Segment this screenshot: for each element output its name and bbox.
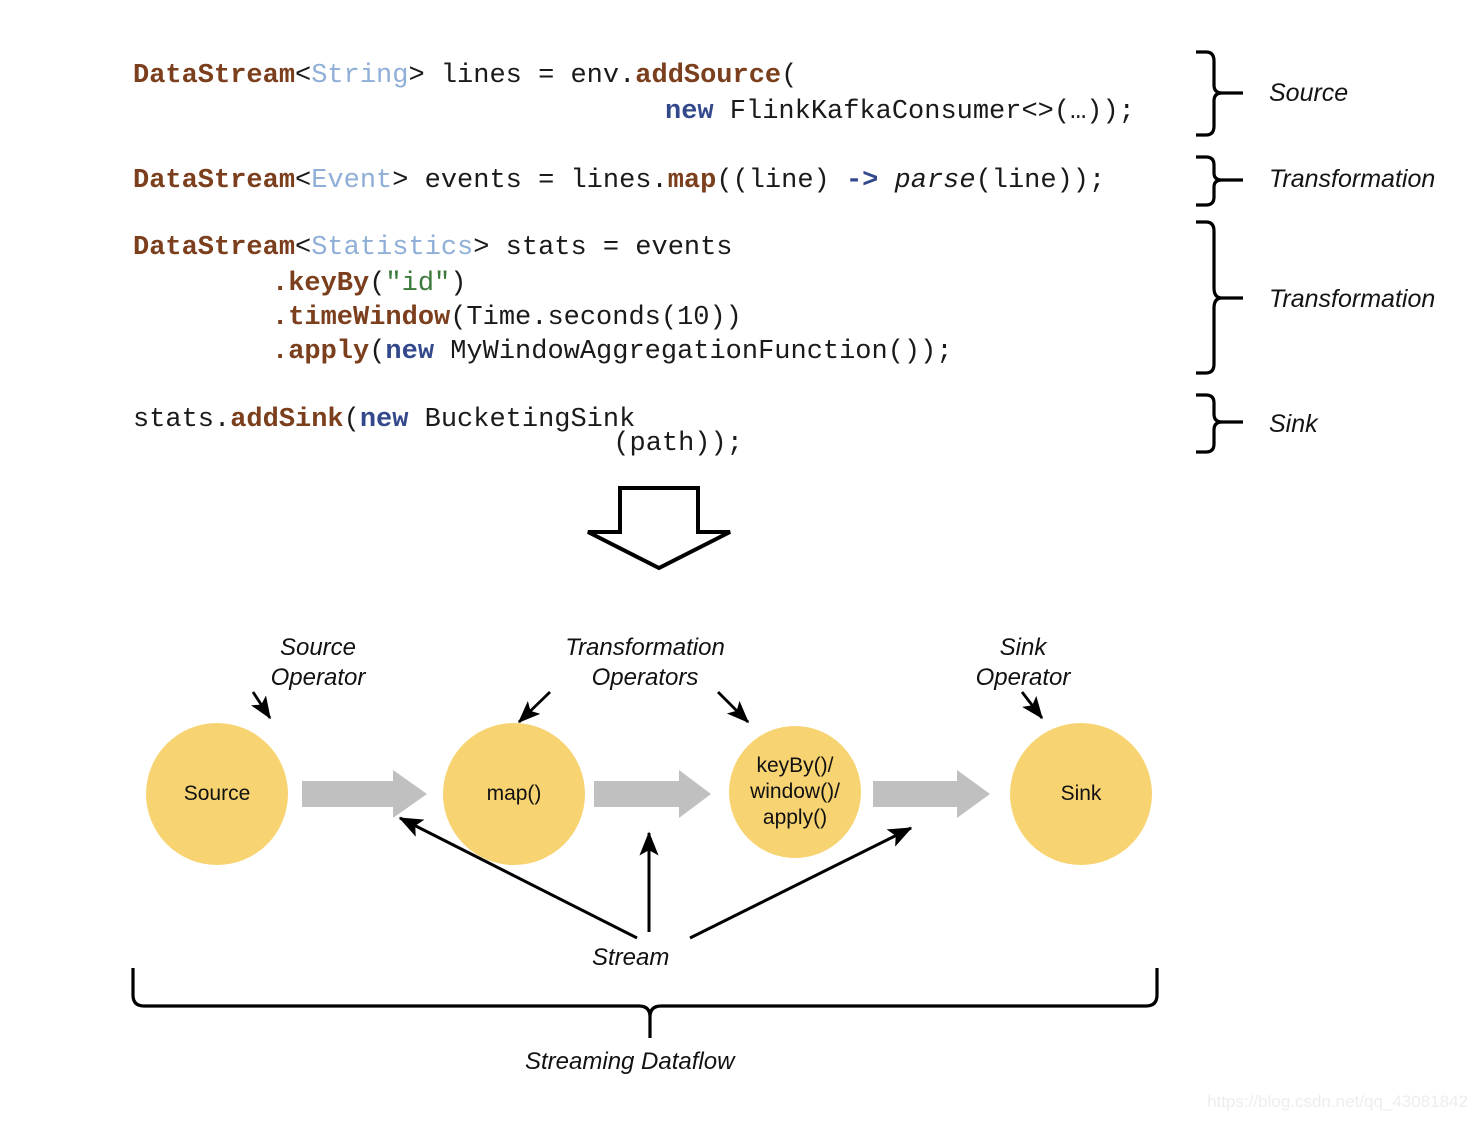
pointer-transformation-left [517,690,551,724]
code-line-6: .timeWindow(Time.seconds(10)) [272,300,742,336]
brace-label-sink: Sink [1269,410,1318,438]
code-token: new [665,97,714,127]
code-line-2: new FlinkKafkaConsumer<>(…)); [665,94,1135,130]
stream-label: Stream [592,944,670,971]
code-line-3: DataStream<Event> events = lines.map((li… [133,163,1105,199]
code-token: (line)); [975,166,1106,196]
brace-label-transformation-1: Transformation [1269,165,1436,193]
node-sink[interactable]: Sink [1010,723,1152,865]
code-token: > lines = env. [408,61,636,91]
code-token: ( [369,337,386,367]
code-token: > events = lines. [392,166,668,196]
flow-arrow-map-to-keyby [594,770,711,818]
code-token: new [359,405,409,435]
code-token: . [272,269,289,299]
code-token: DataStream [133,166,296,196]
code-token: Event [311,166,393,196]
node-map[interactable]: map() [443,723,585,865]
code-line-4: DataStream<Statistics> stats = events [133,230,733,266]
down-block-arrow [587,486,731,571]
code-token: -> [845,166,879,196]
pointer-source-operator [251,691,272,720]
code-token: addSink [230,405,344,435]
code-token: < [295,166,312,196]
code-token: stats. [133,405,231,435]
code-token: ( [781,61,798,91]
flow-arrow-source-to-map [302,770,427,818]
annotation-sink-operator: Sink Operator [975,634,1071,691]
code-token: Statistics [311,233,474,263]
brace-source [1196,50,1243,137]
code-token-overlap: (path)); [613,429,743,459]
code-line-8: stats.addSink(new BucketingSink (path)); [133,402,743,459]
code-token: String [311,61,409,91]
code-token: DataStream [133,233,296,263]
code-token: < [295,61,312,91]
annotation-source-operator: Source Operator [270,634,366,691]
watermark: https://blog.csdn.net/qq_43081842 [1207,1092,1468,1111]
code-line-5: .keyBy("id") [272,266,466,302]
code-token: addSource [635,61,782,91]
code-token: parse [894,166,976,196]
code-token: . [272,303,289,333]
pointer-transformation-right [717,691,749,723]
code-token: map [667,166,717,196]
brace-streaming-dataflow [131,968,1159,1038]
node-map-label: map() [486,782,542,805]
code-token: > stats = events [473,233,733,263]
code-token: apply [288,337,370,367]
brace-transformation-2 [1196,220,1243,375]
code-token: . [272,337,289,367]
node-keyby-window-apply-label: keyBy()/ window()/ apply() [750,754,840,829]
annotation-transformation-operators: Transformation Operators [565,634,725,691]
brace-label-source: Source [1269,79,1349,107]
code-token: DataStream [133,61,296,91]
brace-sink [1196,393,1243,454]
code-token: new [385,337,435,367]
code-token: (Time.seconds(10)) [450,303,742,333]
code-token: timeWindow [288,303,451,333]
code-token: < [295,233,312,263]
pointer-sink-operator [1020,691,1044,720]
code-block: DataStream<String> lines = env.addSource… [0,0,1180,470]
node-keyby-window-apply[interactable]: keyBy()/ window()/ apply() [729,726,861,858]
node-source[interactable]: Source [146,723,288,865]
brace-label-transformation-2: Transformation [1269,285,1436,313]
code-token: ) [450,269,467,299]
node-sink-label: Sink [1060,782,1102,805]
code-token: FlinkKafkaConsumer<>(…)); [713,97,1135,127]
code-token: ( [369,269,386,299]
code-line-1: DataStream<String> lines = env.addSource… [133,58,797,94]
code-token: keyBy [288,269,370,299]
streaming-dataflow-label: Streaming Dataflow [525,1048,735,1075]
code-line-7: .apply(new MyWindowAggregationFunction()… [272,334,953,370]
code-token: ((line) [716,166,846,196]
code-token: BucketingSink [408,405,636,435]
brace-transformation-1 [1196,155,1243,207]
code-token: MyWindowAggregationFunction()); [434,337,953,367]
code-token: "id" [385,269,451,299]
node-source-label: Source [183,782,251,805]
diagram-page: DataStream<String> lines = env.addSource… [0,0,1482,1122]
flow-arrow-keyby-to-sink [873,770,990,818]
code-token: ( [343,405,360,435]
